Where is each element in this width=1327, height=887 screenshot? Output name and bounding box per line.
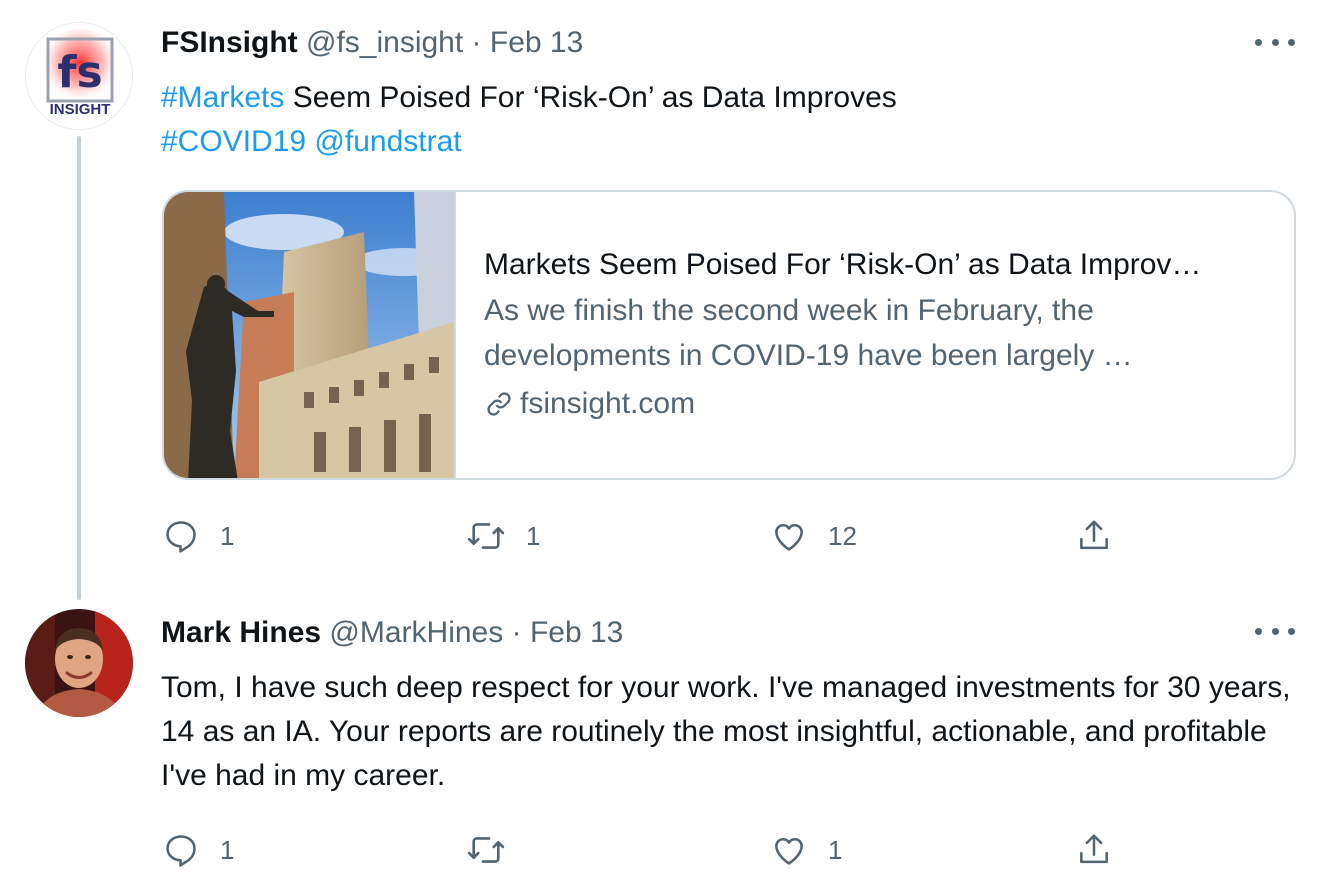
reply-count: 1	[220, 834, 235, 865]
like-count: 12	[828, 520, 857, 551]
retweet-count: 1	[526, 520, 541, 551]
card-thumbnail-image	[164, 192, 456, 478]
reply-button[interactable]: 1	[162, 828, 234, 872]
reply-icon	[166, 521, 196, 553]
retweet-icon	[467, 837, 505, 863]
link-card[interactable]: Markets Seem Poised For ‘Risk-On’ as Dat…	[162, 190, 1296, 480]
retweet-icon	[467, 523, 505, 549]
reply-count: 1	[220, 520, 235, 551]
hashtag-covid19[interactable]: #COVID19	[161, 125, 306, 158]
like-button[interactable]: 1	[770, 828, 842, 872]
svg-text:fs: fs	[57, 47, 102, 98]
more-icon	[1255, 38, 1262, 46]
svg-text:INSIGHT: INSIGHT	[50, 101, 111, 118]
author-name[interactable]: Mark Hines	[161, 616, 321, 649]
author-handle[interactable]: @MarkHines	[329, 616, 503, 649]
tweet-text: Tom, I have such deep respect for your w…	[161, 671, 1291, 792]
share-button[interactable]	[1075, 514, 1113, 558]
author-handle[interactable]: @fs_insight	[306, 26, 463, 59]
retweet-button[interactable]	[466, 828, 526, 872]
mark-hines-photo	[25, 609, 133, 717]
card-domain: fsinsight.com	[484, 381, 1274, 427]
like-button[interactable]: 12	[770, 514, 857, 558]
card-description: As we finish the second week in February…	[484, 294, 1133, 372]
fsinsight-logo: fs INSIGHT	[26, 23, 132, 129]
share-icon	[1080, 834, 1108, 864]
hashtag-markets[interactable]: #Markets	[161, 81, 284, 114]
share-button[interactable]	[1075, 828, 1113, 872]
card-body: Markets Seem Poised For ‘Risk-On’ as Dat…	[484, 242, 1274, 427]
link-icon	[487, 392, 511, 416]
more-options-button[interactable]	[1255, 616, 1295, 646]
tweet-actions: 1 1 12	[0, 514, 1327, 558]
tweet-mark-hines[interactable]: Mark Hines @MarkHines · Feb 13 Tom, I ha…	[0, 600, 1327, 887]
tweet-date[interactable]: Feb 13	[530, 616, 623, 649]
tweet-text-line1: Seem Poised For ‘Risk-On’ as Data Improv…	[284, 81, 897, 114]
author-name[interactable]: FSInsight	[161, 26, 298, 59]
card-domain-text: fsinsight.com	[520, 387, 696, 420]
tweet-date[interactable]: Feb 13	[490, 26, 583, 59]
more-icon-dot	[1271, 627, 1279, 635]
mention-fundstrat[interactable]: @fundstrat	[314, 125, 461, 158]
tweet-header: Mark Hines @MarkHines · Feb 13	[161, 613, 623, 653]
like-icon	[775, 524, 803, 551]
more-icon-dot	[1288, 38, 1295, 46]
tweet-actions: 1 1	[0, 828, 1327, 872]
header-separator: ·	[511, 616, 522, 649]
avatar[interactable]: fs INSIGHT	[25, 22, 133, 130]
like-count: 1	[828, 834, 843, 865]
reply-icon	[166, 835, 196, 867]
share-icon	[1080, 520, 1108, 550]
avatar[interactable]	[25, 609, 133, 717]
card-title: Markets Seem Poised For ‘Risk-On’ as Dat…	[484, 248, 1202, 281]
more-options-button[interactable]	[1255, 27, 1295, 57]
reply-button[interactable]: 1	[162, 514, 234, 558]
tweet-header: FSInsight @fs_insight · Feb 13	[161, 23, 583, 63]
tweet-fsinsight[interactable]: fs INSIGHT FSInsight @fs_insight · Feb 1…	[0, 0, 1327, 600]
like-icon	[775, 838, 803, 865]
tweet-text: #Markets Seem Poised For ‘Risk-On’ as Da…	[161, 76, 1261, 164]
more-icon-dot	[1288, 627, 1295, 635]
more-icon	[1255, 627, 1262, 635]
retweet-button[interactable]: 1	[466, 514, 540, 558]
more-icon-dot	[1271, 38, 1279, 46]
header-separator: ·	[471, 26, 482, 59]
